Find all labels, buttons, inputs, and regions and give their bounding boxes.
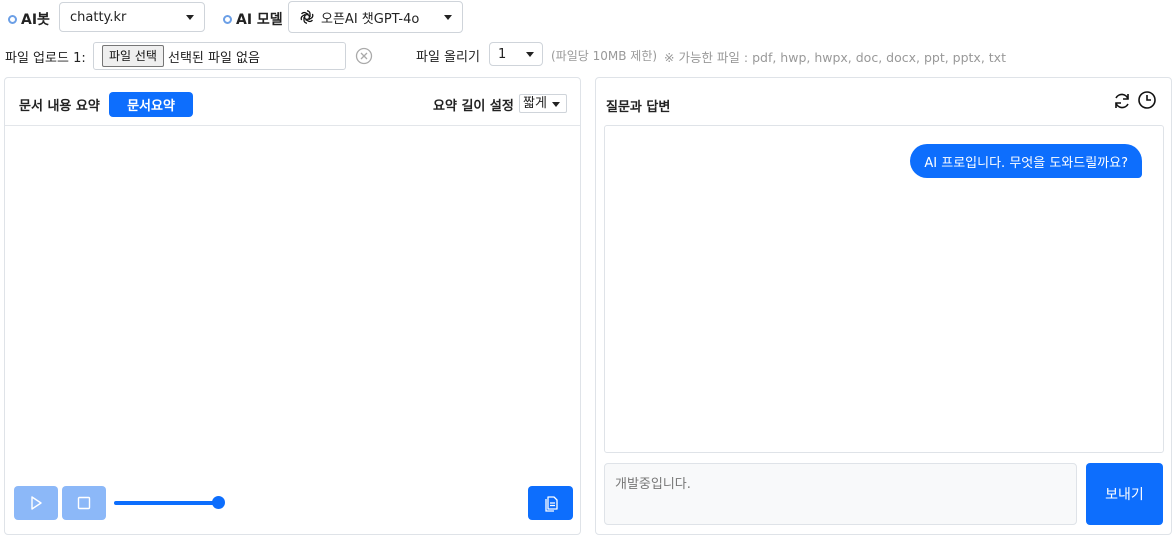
ai-model-select-value: 오픈AI 챗GPT-4o [321, 11, 420, 27]
stop-icon [77, 496, 91, 510]
file-upload-label: 파일 업로드 1: [5, 51, 86, 66]
summarize-button[interactable]: 문서요약 [109, 92, 193, 117]
chat-panel: 질문과 답변 AI 프로입니다. 무엇을 도와드릴까요? 보내기 [595, 77, 1172, 535]
ai-model-label: AI 모델 [236, 12, 283, 28]
chat-history[interactable]: AI 프로입니다. 무엇을 도와드릴까요? [604, 125, 1164, 453]
allowed-files-note: ※ 가능한 파일 : pdf, hwp, hwpx, doc, docx, pp… [664, 50, 1006, 65]
play-icon [31, 496, 42, 510]
file-input[interactable]: 파일 선택 선택된 파일 없음 [93, 42, 346, 70]
chevron-down-icon [552, 102, 560, 107]
openai-logo-icon [300, 10, 314, 24]
no-file-text: 선택된 파일 없음 [167, 50, 260, 66]
summary-title: 문서 내용 요약 [19, 99, 100, 114]
chevron-down-icon [526, 52, 534, 57]
refresh-icon[interactable] [1112, 91, 1132, 111]
ai-model-radio[interactable] [223, 15, 232, 24]
upload-count-value: 1 [498, 46, 507, 62]
chat-title: 질문과 답변 [606, 100, 671, 115]
ai-bot-label: AI봇 [21, 12, 50, 28]
chevron-down-icon [444, 15, 452, 20]
clear-file-icon[interactable] [355, 47, 373, 65]
file-size-note: (파일당 10MB 제한) [551, 49, 658, 63]
summary-panel: 문서 내용 요약 문서요약 요약 길이 설정 짧게 [4, 77, 581, 535]
upload-count-select[interactable]: 1 [489, 42, 543, 66]
play-button[interactable] [14, 486, 58, 520]
volume-slider-track[interactable] [114, 501, 222, 505]
stop-button[interactable] [62, 486, 106, 520]
ai-bot-radio[interactable] [8, 15, 17, 24]
ai-bot-select[interactable]: chatty.kr [59, 2, 205, 32]
volume-slider-thumb[interactable] [212, 496, 225, 509]
summary-length-value: 짧게 [523, 96, 547, 111]
upload-count-label: 파일 올리기 [416, 50, 480, 65]
copy-summary-button[interactable] [528, 486, 573, 520]
copy-document-icon [544, 496, 558, 512]
ai-model-select[interactable]: 오픈AI 챗GPT-4o [288, 1, 463, 33]
send-button[interactable]: 보내기 [1086, 463, 1163, 525]
chat-message-assistant: AI 프로입니다. 무엇을 도와드릴까요? [910, 144, 1142, 178]
ai-bot-select-value: chatty.kr [70, 9, 127, 25]
history-clock-icon[interactable] [1137, 90, 1157, 110]
summary-length-select[interactable]: 짧게 [519, 94, 567, 113]
summary-length-label: 요약 길이 설정 [433, 99, 514, 114]
chat-input[interactable] [604, 463, 1077, 525]
choose-file-button[interactable]: 파일 선택 [102, 45, 164, 67]
chevron-down-icon [186, 15, 194, 20]
